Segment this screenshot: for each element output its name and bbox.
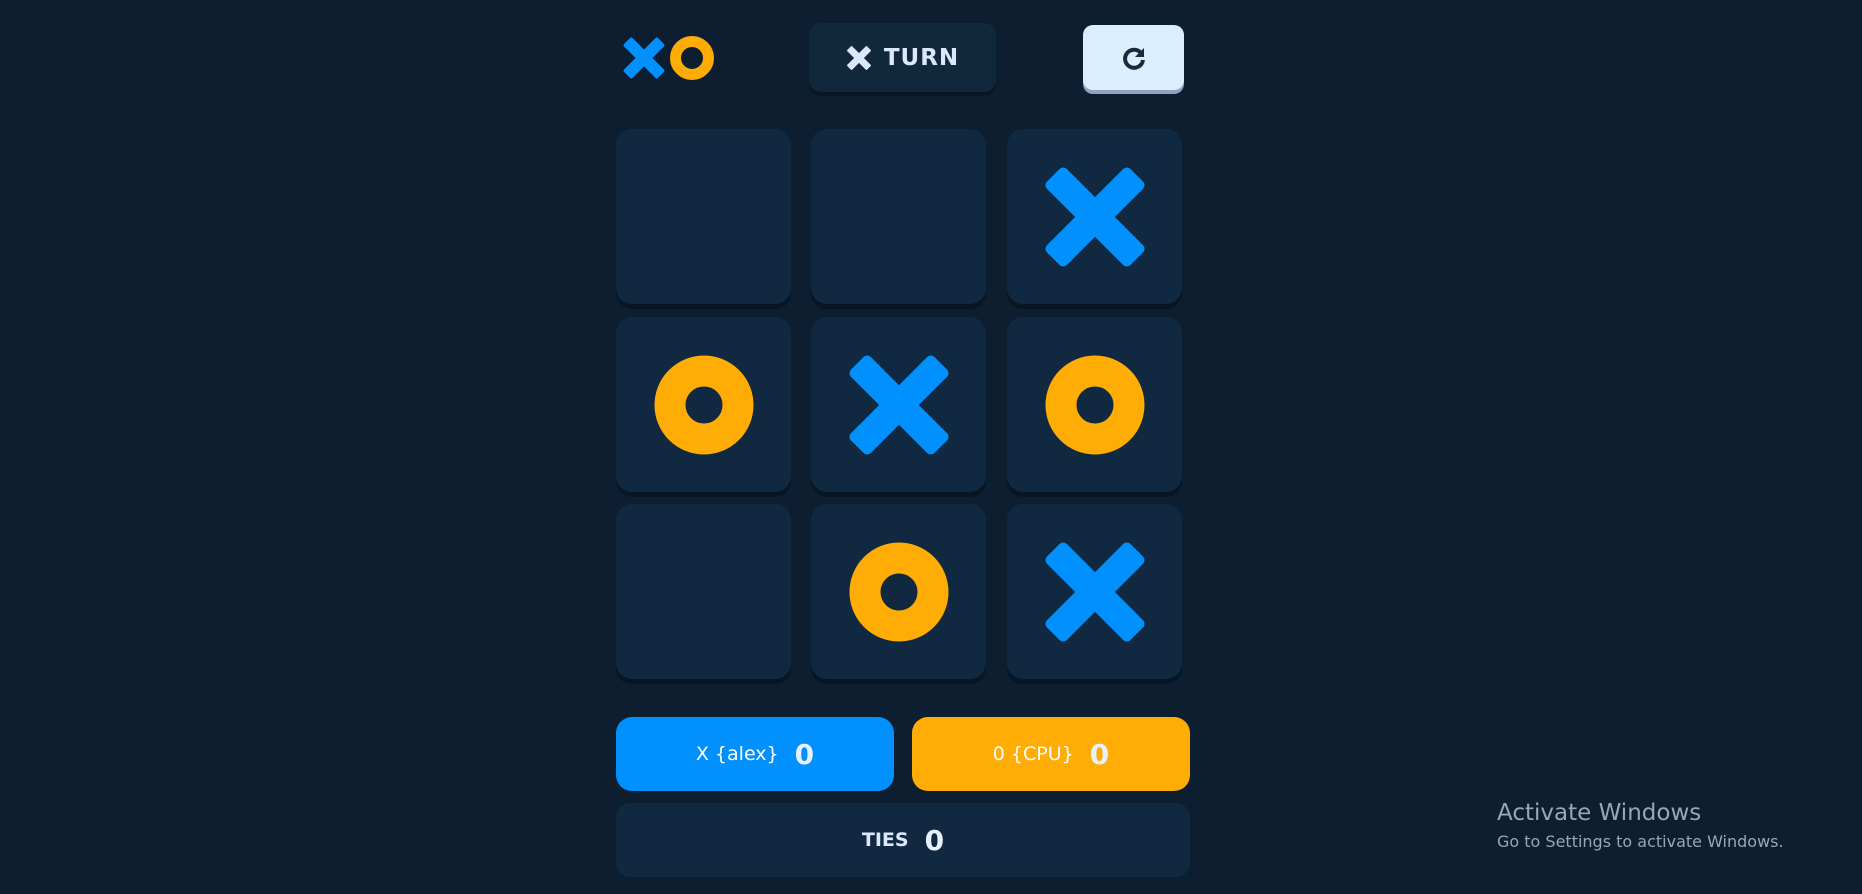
logo-xo-icon <box>623 36 714 80</box>
score-o-label: 0 {CPU} <box>992 743 1074 765</box>
o-mark-icon <box>654 355 753 454</box>
score-x-player: X {alex} 0 <box>616 717 894 791</box>
board-cell-7[interactable] <box>616 504 791 679</box>
score-ties: TIES 0 <box>616 803 1190 877</box>
board-cell-5[interactable] <box>811 317 986 492</box>
x-mark-icon <box>1044 541 1145 642</box>
restart-button[interactable] <box>1083 25 1184 90</box>
ties-value: 0 <box>924 823 945 857</box>
ties-label: TIES <box>861 829 909 851</box>
turn-label: TURN <box>883 44 960 71</box>
board-cell-2[interactable] <box>811 129 986 304</box>
watermark-title: Activate Windows <box>1497 800 1702 826</box>
board-cell-6[interactable] <box>1007 317 1182 492</box>
board-cell-4[interactable] <box>616 317 791 492</box>
x-mark-icon <box>1044 166 1145 267</box>
game-screen: TURN X {alex} 0 0 {CPU} 0 TIES 0 Activat… <box>0 0 1862 894</box>
x-mark-icon <box>848 354 949 455</box>
score-o-value: 0 <box>1089 737 1110 771</box>
board-cell-1[interactable] <box>616 129 791 304</box>
logo <box>620 34 716 82</box>
o-mark-icon <box>1045 355 1144 454</box>
watermark-subtitle: Go to Settings to activate Windows. <box>1497 832 1784 851</box>
board-cell-3[interactable] <box>1007 129 1182 304</box>
turn-indicator: TURN <box>809 23 996 92</box>
restart-icon <box>1122 47 1145 70</box>
score-x-value: 0 <box>794 737 815 771</box>
game-board <box>616 129 1182 679</box>
score-o-cpu: 0 {CPU} 0 <box>912 717 1190 791</box>
board-cell-9[interactable] <box>1007 504 1182 679</box>
windows-activation-watermark: Activate Windows Go to Settings to activ… <box>1497 800 1784 851</box>
board-cell-8[interactable] <box>811 504 986 679</box>
x-icon <box>846 45 871 70</box>
score-x-label: X {alex} <box>695 743 779 765</box>
o-mark-icon <box>849 542 948 641</box>
